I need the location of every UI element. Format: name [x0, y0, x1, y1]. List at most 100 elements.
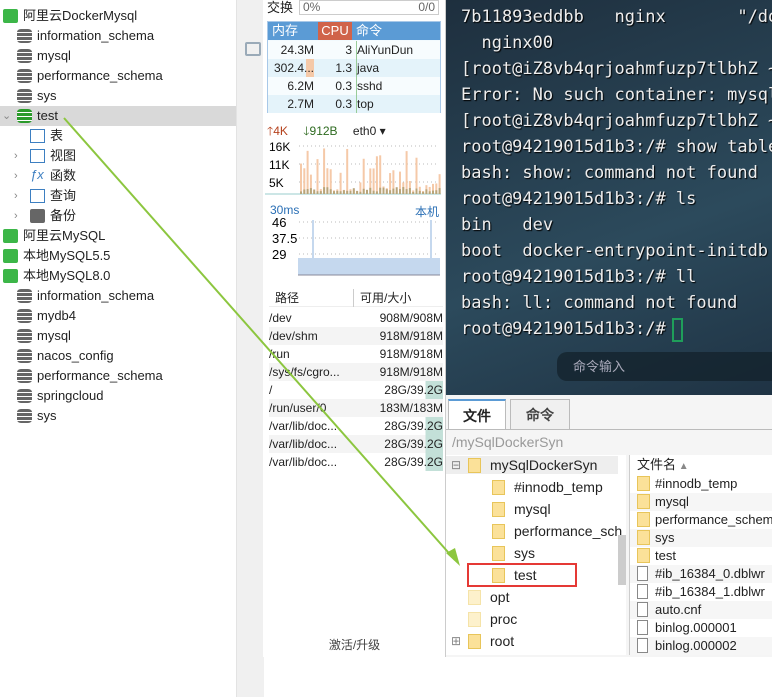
process-row[interactable]: 302.4... 1.3 java: [268, 59, 440, 77]
file-row[interactable]: auto.cnf: [630, 601, 772, 619]
tree-item[interactable]: ⌄ test: [0, 106, 236, 126]
tree-item[interactable]: springcloud: [0, 386, 236, 406]
tree-item[interactable]: › 视图: [0, 146, 236, 166]
tab-files[interactable]: 文件: [448, 399, 506, 429]
terminal-line: bash: show: command not found: [461, 163, 758, 183]
disk-row[interactable]: /sys/fs/cgro... 918M/918M: [269, 363, 443, 381]
tab-commands[interactable]: 命令: [510, 399, 570, 429]
download-bar: [336, 190, 339, 194]
file-name: #innodb_temp: [655, 476, 738, 491]
dir-tree-item[interactable]: mysql: [446, 500, 618, 518]
collapse-icon[interactable]: ⊟: [451, 456, 461, 474]
tree-item[interactable]: information_schema: [0, 26, 236, 46]
disk-row[interactable]: /var/lib/doc... 28G/39.2G: [269, 453, 443, 471]
disk-row[interactable]: /run 918M/918M: [269, 345, 443, 363]
dir-tree-item[interactable]: ⊟ mySqlDockerSyn: [446, 456, 618, 474]
header-command[interactable]: 命令: [356, 22, 382, 40]
chevron-right-icon[interactable]: ›: [14, 146, 18, 166]
dir-tree-item[interactable]: proc: [446, 610, 618, 628]
disk-row[interactable]: /dev 908M/908M: [269, 309, 443, 327]
dir-tree-item[interactable]: #innodb_temp: [446, 478, 618, 496]
tree-item[interactable]: mysql: [0, 46, 236, 66]
dir-tree-item[interactable]: sys: [446, 544, 618, 562]
table-icon: [30, 129, 45, 143]
disk-row[interactable]: / 28G/39.2G: [269, 381, 443, 399]
download-bar: [379, 187, 382, 194]
chevron-right-icon[interactable]: ›: [14, 206, 18, 226]
process-row[interactable]: 6.2M 0.3 sshd: [268, 77, 440, 95]
tree-item[interactable]: › ƒx 函数: [0, 166, 236, 186]
tree-item-label: performance_schema: [37, 68, 163, 83]
header-size[interactable]: 可用/大小: [353, 289, 411, 307]
dir-tree-item[interactable]: performance_sch: [446, 522, 622, 540]
interface-select[interactable]: eth0: [353, 124, 376, 138]
tree-item[interactable]: sys: [0, 86, 236, 106]
file-row[interactable]: performance_schem: [630, 511, 772, 529]
tree-item-label: sys: [37, 88, 57, 103]
upload-bar: [346, 148, 349, 194]
mysql-connection-icon: [3, 269, 18, 283]
sort-asc-icon: ▲: [676, 461, 689, 472]
tree-item[interactable]: 本地MySQL5.5: [0, 246, 236, 266]
tree-item[interactable]: performance_schema: [0, 366, 236, 386]
file-row[interactable]: binlog.000001: [630, 619, 772, 637]
file-row[interactable]: #ib_16384_0.dblwr: [630, 565, 772, 583]
tree-item[interactable]: 本地MySQL8.0: [0, 266, 236, 286]
dir-label: mySqlDockerSyn: [490, 457, 598, 473]
download-bar: [425, 189, 428, 194]
file-row[interactable]: #innodb_temp: [630, 475, 772, 493]
dir-tree-item[interactable]: ⊞ root: [446, 632, 618, 650]
chevron-right-icon[interactable]: ›: [14, 166, 18, 186]
tree-item[interactable]: mysql: [0, 326, 236, 346]
tree-item-label: information_schema: [37, 28, 155, 43]
process-row[interactable]: 2.7M 0.3 top: [268, 95, 440, 113]
chevron-down-icon[interactable]: ⌄: [2, 106, 11, 126]
tree-scrollbar[interactable]: [618, 535, 626, 585]
terminal-line: boot docker-entrypoint-initdb.: [461, 241, 772, 261]
command-input[interactable]: 命令输入: [557, 352, 772, 381]
file-row[interactable]: sys: [630, 529, 772, 547]
disk-row[interactable]: /run/user/0 183M/183M: [269, 399, 443, 417]
tree-item[interactable]: performance_schema: [0, 66, 236, 86]
navicat-connection-tree: 阿里云DockerMysql information_schema mysql per…: [0, 0, 237, 697]
disk-usage: 28G/39.2G: [384, 435, 443, 453]
download-bar: [438, 188, 441, 194]
process-row[interactable]: 24.3M 3 AliYunDun: [268, 41, 440, 59]
disk-row[interactable]: /dev/shm 918M/918M: [269, 327, 443, 345]
disk-row[interactable]: /var/lib/doc... 28G/39.2G: [269, 435, 443, 453]
activate-upgrade-link[interactable]: 激活/升级: [263, 636, 446, 653]
file-row[interactable]: test: [630, 547, 772, 565]
download-bar: [342, 190, 345, 194]
dir-tree-item[interactable]: opt: [446, 588, 618, 606]
tree-item[interactable]: sys: [0, 406, 236, 426]
download-bar: [333, 191, 335, 194]
file-row[interactable]: mysql: [630, 493, 772, 511]
tree-item[interactable]: 阿里云MySQL: [0, 226, 236, 246]
terminal-line: Error: No such container: mysql: [461, 85, 772, 105]
database-icon: [17, 29, 32, 43]
file-name-header[interactable]: 文件名 ▲: [637, 456, 689, 474]
header-memory[interactable]: 内存: [272, 22, 298, 40]
dir-label: opt: [490, 589, 510, 605]
tree-item[interactable]: nacos_config: [0, 346, 236, 366]
database-icon: [17, 309, 32, 323]
table-view-icon[interactable]: [245, 42, 261, 56]
path-field[interactable]: /mySqlDockerSyn: [452, 432, 563, 452]
tree-item[interactable]: › 备份: [0, 206, 236, 226]
tree-item[interactable]: 表: [0, 126, 236, 146]
header-cpu[interactable]: CPU: [318, 22, 352, 40]
tree-item[interactable]: information_schema: [0, 286, 236, 306]
disk-row[interactable]: /var/lib/doc... 28G/39.2G: [269, 417, 443, 435]
disk-usage: 28G/39.2G: [384, 417, 443, 435]
file-row[interactable]: binlog.000002: [630, 637, 772, 655]
tree-item[interactable]: 阿里云DockerMysql: [0, 6, 236, 26]
ping-area: [298, 258, 440, 275]
chevron-right-icon[interactable]: ›: [14, 186, 18, 206]
header-path[interactable]: 路径: [275, 289, 299, 307]
tree-item[interactable]: › 查询: [0, 186, 236, 206]
terminal[interactable]: 7b11893eddbb nginx "/do nginx00 [root@iZ8…: [446, 0, 772, 395]
file-row[interactable]: #ib_16384_1.dblwr: [630, 583, 772, 601]
expand-icon[interactable]: ⊞: [451, 632, 461, 650]
tree-item[interactable]: mydb4: [0, 306, 236, 326]
dropdown-icon[interactable]: ▾: [376, 124, 386, 138]
